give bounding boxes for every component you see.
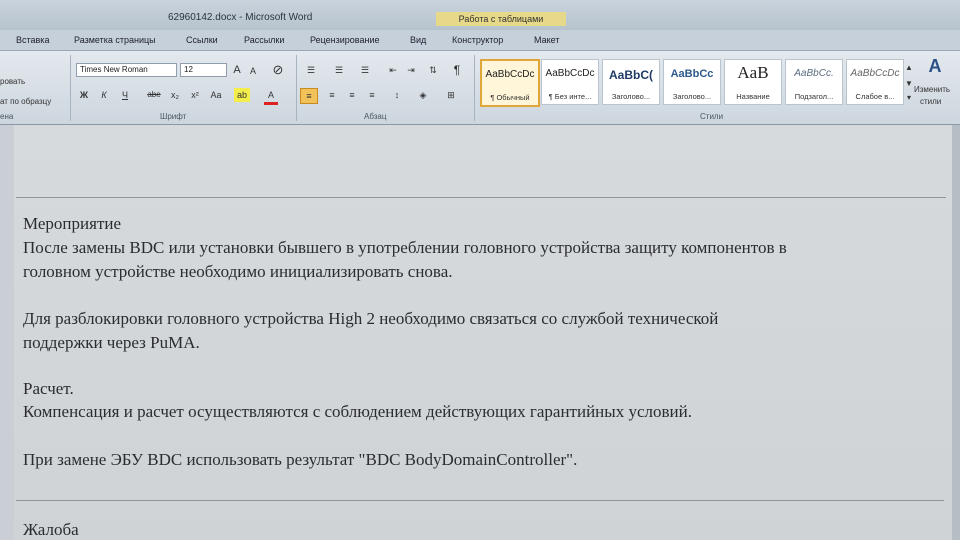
style-sample: AaBbC( — [609, 68, 653, 82]
styles-scroll-up-icon[interactable]: ▲ — [904, 61, 914, 75]
clear-format-icon[interactable]: ⊘ — [270, 63, 286, 77]
decrease-indent-icon[interactable]: ⇤ — [386, 63, 400, 77]
change-styles-label-1[interactable]: Изменить — [914, 85, 950, 94]
paragraph-line: После замены BDC или установки бывшего в… — [23, 238, 787, 257]
table-border — [16, 500, 944, 501]
style-label: Заголово... — [611, 92, 651, 101]
font-name-select[interactable]: Times New Roman — [76, 63, 177, 77]
paragraph-group-label: Абзац — [364, 112, 387, 121]
align-left-icon[interactable]: ≡ — [300, 88, 318, 104]
styles-scroll-down-icon[interactable]: ▼ — [904, 77, 914, 91]
style-label: Слабое в... — [855, 92, 895, 101]
styles-group-label: Стили — [700, 112, 724, 121]
change-styles-label-2[interactable]: стили — [920, 97, 941, 106]
style-normal[interactable]: AaBbCcDc ¶ Обычный — [480, 59, 540, 107]
strikethrough-button[interactable]: abe — [144, 88, 164, 102]
style-heading-1[interactable]: AaBbC( Заголово... — [602, 59, 660, 105]
shading-icon[interactable]: ◈ — [414, 88, 432, 102]
tab-design[interactable]: Конструктор — [452, 35, 503, 45]
format-painter-button[interactable]: ат по образцу — [0, 97, 51, 106]
align-center-icon[interactable]: ≡ — [324, 88, 340, 102]
paragraph-line: Для разблокировки головного устройства H… — [23, 309, 719, 328]
style-sample: AaBbCcDc — [545, 68, 595, 79]
vertical-scrollbar[interactable] — [952, 125, 960, 540]
underline-button[interactable]: Ч — [118, 88, 132, 102]
ribbon-tabs: Вставка Разметка страницы Ссылки Рассылк… — [0, 30, 960, 51]
numbering-icon[interactable]: ☰ — [330, 63, 348, 77]
justify-icon[interactable]: ≡ — [364, 88, 380, 102]
subscript-button[interactable]: x₂ — [168, 88, 182, 102]
paragraph-line: поддержки через PuMA. — [23, 333, 200, 352]
ribbon: ровать ат по образцу ена Times New Roman… — [0, 51, 960, 125]
clipboard-group-label: ена — [0, 112, 14, 121]
style-sample: AaBbCcDc — [485, 69, 535, 80]
separator — [474, 55, 475, 121]
paragraph-line: головном устройстве необходимо инициализ… — [23, 262, 453, 281]
title-bar: 62960142.docx - Microsoft Word Работа с … — [0, 0, 960, 30]
tab-layout[interactable]: Макет — [534, 35, 559, 45]
align-right-icon[interactable]: ≡ — [344, 88, 360, 102]
separator — [70, 55, 71, 121]
tab-page-layout[interactable]: Разметка страницы — [74, 35, 156, 45]
styles-more-icon[interactable]: ▾ — [904, 91, 914, 105]
section-heading: Жалоба — [23, 520, 79, 539]
font-size-select[interactable]: 12 — [180, 63, 227, 77]
font-group-label: Шрифт — [160, 112, 187, 121]
multilevel-list-icon[interactable]: ☰ — [356, 63, 374, 77]
tab-mailings[interactable]: Рассылки — [244, 35, 284, 45]
cut-button[interactable]: ровать — [0, 77, 25, 86]
borders-icon[interactable]: ⊞ — [442, 88, 460, 102]
paragraph-line: Компенсация и расчет осуществляются с со… — [23, 402, 692, 421]
change-case-button[interactable]: Aa — [208, 88, 224, 102]
style-sample: AaBbCc — [670, 68, 714, 80]
tab-review[interactable]: Рецензирование — [310, 35, 380, 45]
italic-button[interactable]: К — [98, 88, 110, 102]
bold-button[interactable]: Ж — [78, 88, 90, 102]
style-subtle-emphasis[interactable]: AaBbCcDc Слабое в... — [846, 59, 904, 105]
style-sample: AaBbCc. — [794, 68, 834, 79]
style-label: Название — [736, 92, 770, 101]
font-size-value: 12 — [184, 65, 193, 74]
separator — [296, 55, 297, 121]
shrink-font-button[interactable]: A — [246, 64, 260, 78]
highlight-icon[interactable]: ab — [234, 88, 250, 102]
paragraph-line: При замене ЭБУ BDC использовать результа… — [23, 450, 578, 469]
style-label: ¶ Без инте... — [548, 92, 592, 101]
show-marks-button[interactable]: ¶ — [450, 63, 464, 77]
window-title: 62960142.docx - Microsoft Word — [168, 12, 313, 23]
style-sample: AaBbCcDc — [850, 68, 900, 79]
tab-view[interactable]: Вид — [410, 35, 426, 45]
context-tab-group-title: Работа с таблицами — [436, 12, 566, 26]
style-heading-2[interactable]: AaBbCc Заголово... — [663, 59, 721, 105]
style-no-spacing[interactable]: AaBbCcDc ¶ Без инте... — [541, 59, 599, 105]
style-title[interactable]: AaB Название — [724, 59, 782, 105]
grow-font-button[interactable]: A — [230, 63, 244, 77]
change-styles-icon[interactable]: A — [920, 57, 950, 75]
bullets-icon[interactable]: ☰ — [302, 63, 320, 77]
font-name-value: Times New Roman — [80, 65, 148, 74]
sort-icon[interactable]: ⇅ — [426, 63, 440, 77]
tab-references[interactable]: Ссылки — [186, 35, 218, 45]
style-label: Подзагол... — [794, 92, 834, 101]
font-color-button[interactable]: A — [264, 88, 278, 105]
superscript-button[interactable]: x² — [188, 88, 202, 102]
section-heading: Расчет. — [23, 379, 74, 398]
style-label: Заголово... — [672, 92, 712, 101]
style-sample: AaB — [737, 63, 769, 82]
tab-insert[interactable]: Вставка — [16, 35, 49, 45]
style-subtitle[interactable]: AaBbCc. Подзагол... — [785, 59, 843, 105]
table-border — [16, 197, 946, 198]
increase-indent-icon[interactable]: ⇥ — [404, 63, 418, 77]
section-heading: Мероприятие — [23, 214, 122, 233]
style-label: ¶ Обычный — [490, 93, 530, 102]
line-spacing-icon[interactable]: ↕ — [388, 88, 406, 102]
